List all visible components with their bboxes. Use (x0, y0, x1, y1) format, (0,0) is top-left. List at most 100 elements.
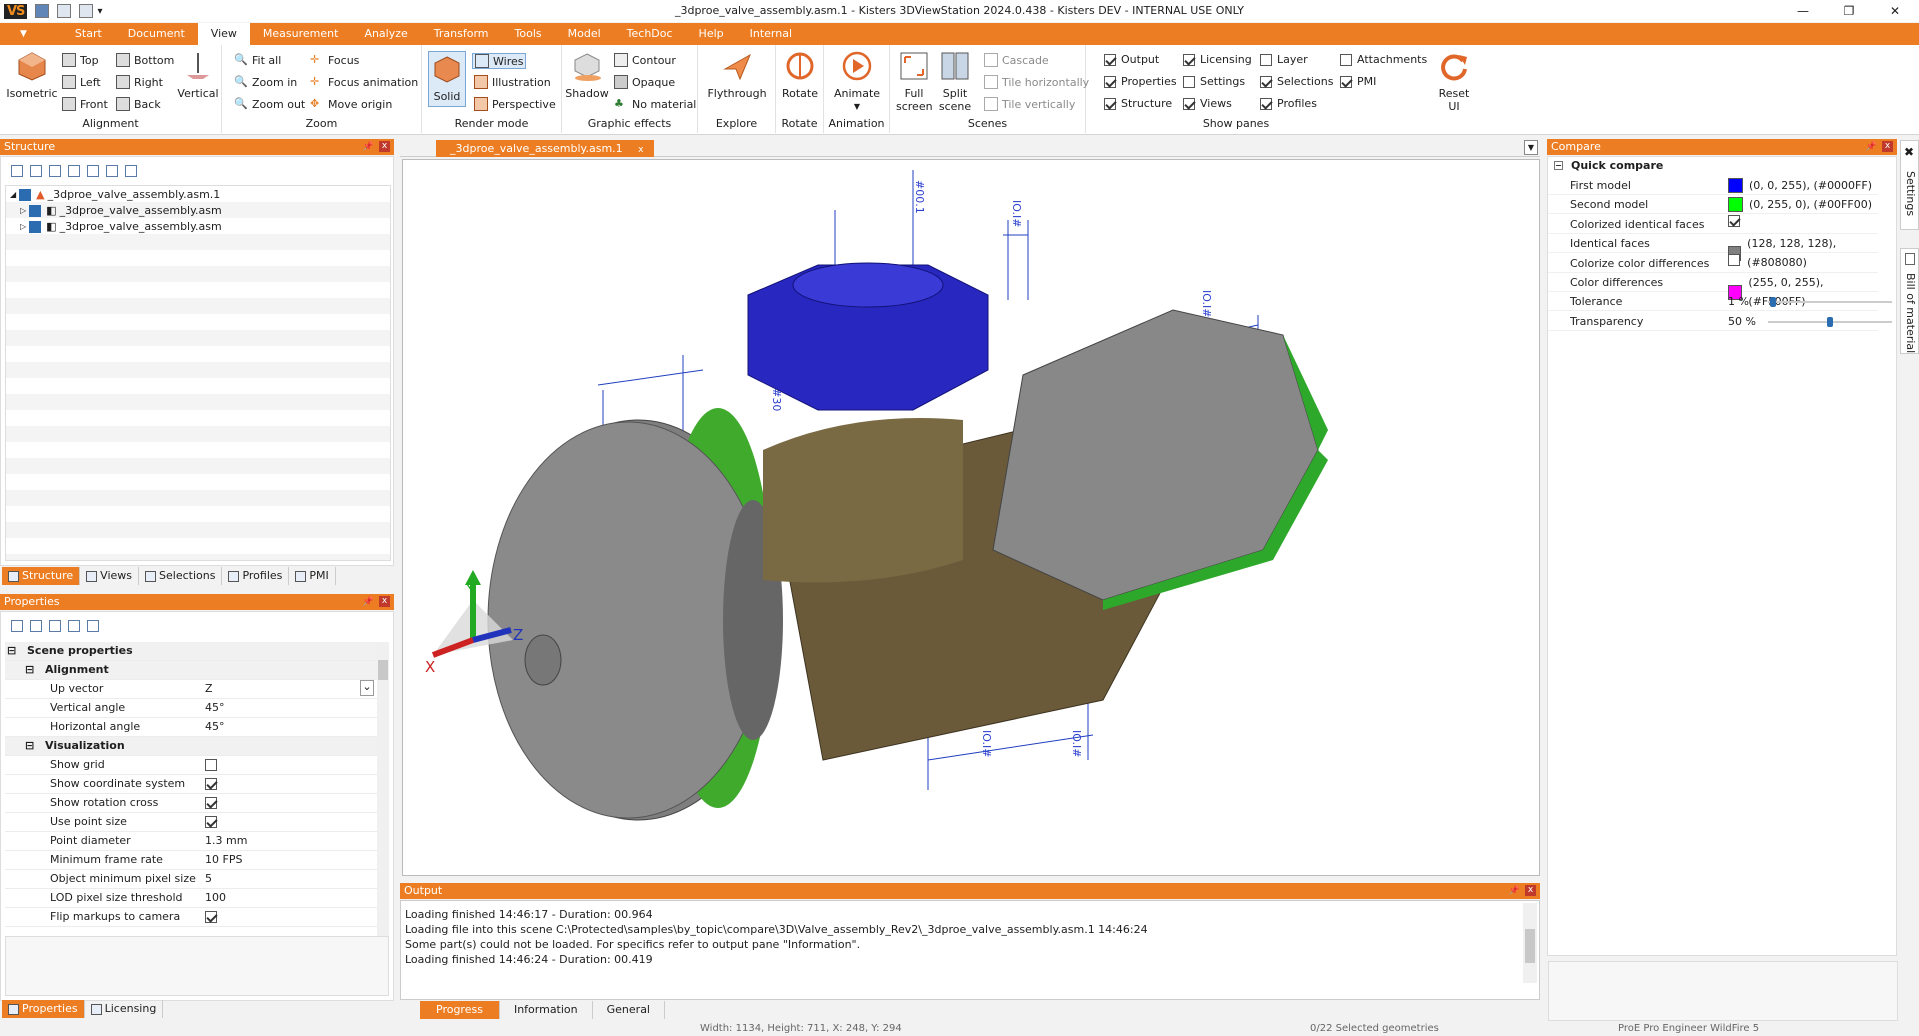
color-swatch[interactable] (1728, 178, 1743, 193)
property-row[interactable]: ⊟ Alignment (5, 661, 377, 680)
maximize-button[interactable]: ❐ (1826, 0, 1872, 22)
pane-settings-checkbox[interactable]: Settings (1183, 75, 1245, 88)
pin-icon[interactable]: 📌 (363, 139, 374, 155)
cascade-button[interactable]: Cascade (984, 53, 1049, 67)
front-view-button[interactable]: Front (62, 97, 108, 111)
menu-internal[interactable]: Internal (737, 23, 805, 45)
menu-model[interactable]: Model (555, 23, 614, 45)
illustration-button[interactable]: Illustration (474, 75, 551, 89)
property-scrollbar[interactable] (377, 642, 389, 942)
property-row[interactable]: Flip markups to camera (5, 908, 377, 927)
contour-button[interactable]: Contour (614, 53, 676, 67)
left-view-button[interactable]: Left (62, 75, 101, 89)
visibility-checkbox[interactable] (29, 220, 42, 233)
property-row[interactable]: Use point size (5, 813, 377, 832)
property-value[interactable] (205, 775, 222, 796)
close-panel-icon[interactable]: x (379, 141, 390, 152)
compare-slider[interactable] (1768, 297, 1892, 308)
close-panel-icon[interactable]: x (1882, 141, 1893, 152)
move-origin-button[interactable]: ✥ Move origin (310, 97, 392, 111)
document-tab[interactable]: _3dproe_valve_assembly.asm.1 x (436, 140, 654, 157)
close-panel-icon[interactable]: x (379, 596, 390, 607)
settings-icon[interactable] (68, 620, 80, 632)
property-row[interactable]: Object minimum pixel size 5 (5, 870, 377, 889)
menu-analyze[interactable]: Analyze (351, 23, 420, 45)
pane-views-checkbox[interactable]: Views (1183, 97, 1232, 110)
copy-icon[interactable] (49, 620, 61, 632)
compare-checkbox[interactable] (1728, 214, 1740, 227)
property-row[interactable]: Vertical angle 45° (5, 699, 377, 718)
menu-transform[interactable]: Transform (421, 23, 502, 45)
tab-selections[interactable]: Selections (139, 567, 223, 585)
tree-filter-icon[interactable] (106, 165, 118, 177)
compare-row[interactable]: Colorize color differences (1548, 253, 1878, 273)
property-value[interactable]: 10 FPS (205, 851, 242, 869)
filter-icon[interactable] (87, 620, 99, 632)
compare-row[interactable]: Transparency 50 % (1548, 312, 1892, 331)
full-screen-button[interactable]: Full screen (896, 51, 933, 113)
property-value[interactable] (205, 908, 222, 929)
menu-view[interactable]: View (197, 23, 250, 45)
pane-output-checkbox[interactable]: Output (1104, 53, 1159, 66)
pane-profiles-checkbox[interactable]: Profiles (1260, 97, 1317, 110)
expand-arrow-icon[interactable]: ▷ (20, 206, 26, 215)
collapse-icon[interactable] (68, 165, 80, 177)
pane-structure-checkbox[interactable]: Structure (1104, 97, 1172, 110)
property-row[interactable]: Point diameter 1.3 mm (5, 832, 377, 851)
fit-all-button[interactable]: 🔍 Fit all (234, 53, 281, 67)
reset-ui-button[interactable]: Reset UI (1434, 51, 1474, 113)
tab-structure[interactable]: Structure (2, 567, 81, 585)
tab-pmi[interactable]: PMI (289, 567, 336, 585)
scrollbar-thumb[interactable] (378, 660, 388, 680)
pin-icon[interactable]: 📌 (1866, 139, 1877, 155)
compare-property-value[interactable]: 1 % (1728, 292, 1749, 311)
opaque-button[interactable]: Opaque (614, 75, 675, 89)
compare-row[interactable]: First model (0, 0, 255), (#0000FF) (1548, 176, 1878, 195)
compare-property-value[interactable]: (0, 0, 255), (#0000FF) (1728, 176, 1872, 195)
animate-button[interactable]: Animate ▼ (830, 51, 884, 113)
menu-start[interactable]: Start (62, 23, 115, 45)
tree-item[interactable]: ▷ ◧ _3dproe_valve_assembly.asm (20, 204, 222, 217)
tab-progress[interactable]: Progress (420, 1001, 500, 1019)
zoom-in-button[interactable]: 🔍 Zoom in (234, 75, 297, 89)
compare-row[interactable]: Second model (0, 255, 0), (#00FF00) (1548, 195, 1878, 215)
pane-layer-checkbox[interactable]: Layer (1260, 53, 1308, 66)
property-value[interactable] (205, 813, 222, 834)
compare-property-value[interactable] (1728, 214, 1745, 227)
property-row[interactable]: Minimum frame rate 10 FPS (5, 851, 377, 870)
compare-row[interactable]: Identical faces (128, 128, 128), (#808080… (1548, 234, 1878, 269)
property-value[interactable]: 100 (205, 889, 226, 907)
expand-all-icon[interactable] (11, 165, 23, 177)
slider-thumb[interactable] (1770, 297, 1777, 308)
tab-general[interactable]: General (593, 1001, 665, 1019)
focus-animation-button[interactable]: ✛ Focus animation (310, 75, 418, 89)
property-checkbox[interactable] (205, 797, 217, 809)
document-list-dropdown[interactable]: ▼ (1524, 140, 1538, 155)
tab-views[interactable]: Views (80, 567, 140, 585)
perspective-button[interactable]: Perspective (474, 97, 556, 111)
collapse-all-icon[interactable] (30, 165, 42, 177)
close-tab-icon[interactable]: x (638, 145, 643, 155)
property-row[interactable]: LOD pixel size threshold 100 (5, 889, 377, 908)
wires-button[interactable]: Wires (472, 53, 527, 69)
property-row[interactable]: Show grid (5, 756, 377, 775)
save-as-icon[interactable] (57, 4, 72, 18)
quick-compare-section[interactable]: − Quick compare (1554, 159, 1663, 172)
app-menu-button[interactable]: ▼ (10, 23, 37, 45)
property-value[interactable]: Z (205, 680, 213, 698)
tab-information[interactable]: Information (500, 1001, 593, 1019)
collapse-section-icon[interactable]: ⊟ (25, 661, 34, 679)
back-view-button[interactable]: Back (116, 97, 161, 111)
menu-measurement[interactable]: Measurement (250, 23, 352, 45)
tab-properties[interactable]: Properties (2, 1000, 85, 1018)
property-row[interactable]: Horizontal angle 45° (5, 718, 377, 737)
tree-settings-icon[interactable] (125, 165, 137, 177)
shadow-button[interactable]: Shadow (564, 51, 610, 100)
property-row[interactable]: ⊟ Visualization (5, 737, 377, 756)
pane-attachments-checkbox[interactable]: Attachments (1340, 53, 1427, 66)
compare-slider[interactable] (1768, 316, 1892, 327)
tab-profiles[interactable]: Profiles (222, 567, 290, 585)
pane-pmi-checkbox[interactable]: PMI (1340, 75, 1376, 88)
isometric-button[interactable]: Isometric (6, 51, 58, 100)
top-view-button[interactable]: Top (62, 53, 99, 67)
